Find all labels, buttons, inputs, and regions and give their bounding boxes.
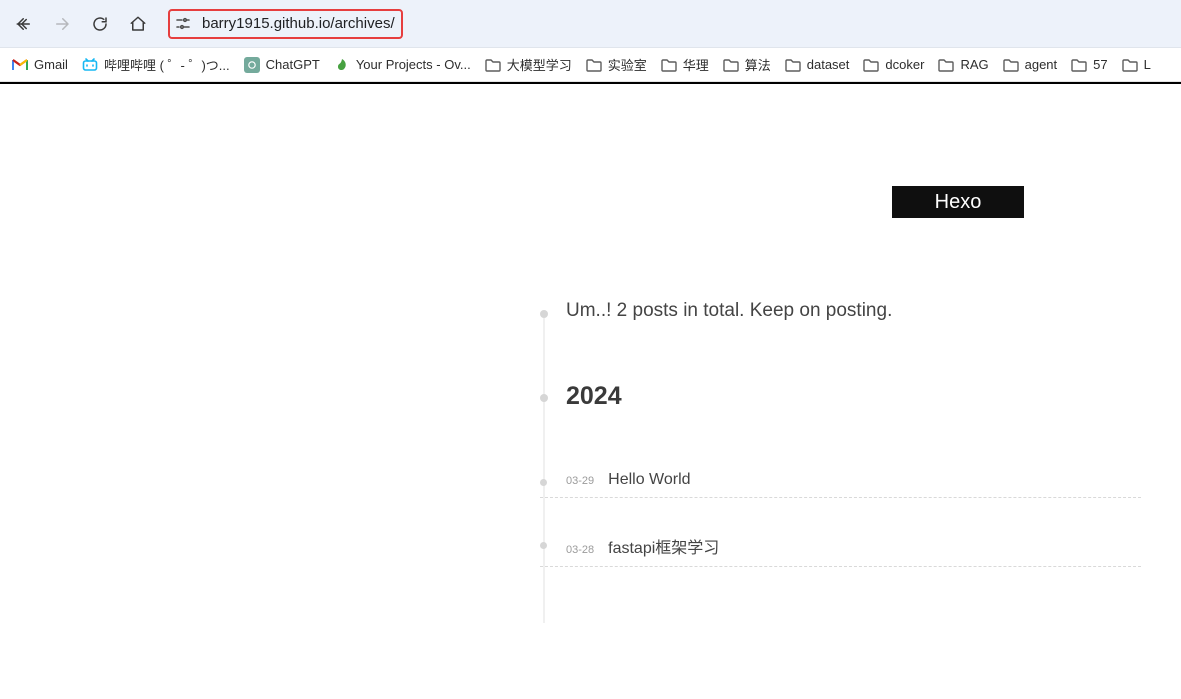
- post-link[interactable]: fastapi框架学习: [608, 534, 719, 558]
- bookmark-label: Gmail: [34, 57, 68, 72]
- bookmarks-bar: Gmail 哔哩哔哩 ( ゜- ゜)つ... ChatGPT Your Proj…: [0, 48, 1181, 82]
- folder-icon: [863, 57, 879, 73]
- post-item: 03-28 fastapi框架学习: [540, 534, 1141, 567]
- timeline-dot-icon: [540, 542, 547, 549]
- folder-icon: [785, 57, 801, 73]
- bookmark-folder[interactable]: L: [1122, 57, 1151, 73]
- address-text[interactable]: barry1915.github.io/archives/: [202, 15, 395, 32]
- bookmark-folder[interactable]: dataset: [785, 57, 850, 73]
- home-button[interactable]: [124, 10, 152, 38]
- post-item: 03-29 Hello World: [540, 471, 1141, 498]
- post-link[interactable]: Hello World: [608, 471, 690, 489]
- archive-year: 2024: [540, 382, 1141, 411]
- post-date: 03-29: [566, 475, 594, 487]
- archive-timeline: Um..! 2 posts in total. Keep on posting.…: [540, 300, 1141, 603]
- browser-toolbar: barry1915.github.io/archives/: [0, 0, 1181, 48]
- folder-icon: [938, 57, 954, 73]
- reload-button[interactable]: [86, 10, 114, 38]
- bookmark-folder[interactable]: 算法: [723, 55, 771, 74]
- forward-button[interactable]: [48, 10, 76, 38]
- folder-icon: [1071, 57, 1087, 73]
- chatgpt-icon: [244, 57, 260, 73]
- archive-summary-text: Um..! 2 posts in total. Keep on posting.: [566, 300, 892, 321]
- page-separator: [0, 82, 1181, 84]
- folder-icon: [586, 57, 602, 73]
- bookmark-gmail[interactable]: Gmail: [12, 57, 68, 73]
- timeline-dot-icon: [540, 479, 547, 486]
- bookmark-label: 哔哩哔哩 ( ゜- ゜)つ...: [104, 55, 230, 74]
- bookmark-label: agent: [1025, 57, 1058, 72]
- folder-icon: [661, 57, 677, 73]
- bookmark-label: 57: [1093, 57, 1107, 72]
- bookmark-label: 华理: [683, 55, 709, 74]
- folder-icon: [1003, 57, 1019, 73]
- archive-summary: Um..! 2 posts in total. Keep on posting.: [540, 300, 1141, 322]
- site-title-button[interactable]: Hexo: [892, 186, 1024, 218]
- bookmark-folder[interactable]: 华理: [661, 55, 709, 74]
- bookmark-bilibili[interactable]: 哔哩哔哩 ( ゜- ゜)つ...: [82, 55, 230, 74]
- arrow-left-icon: [15, 15, 33, 33]
- gmail-icon: [12, 57, 28, 73]
- bookmark-overleaf[interactable]: Your Projects - Ov...: [334, 57, 471, 73]
- reload-icon: [91, 15, 109, 33]
- overleaf-icon: [334, 57, 350, 73]
- timeline-dot-icon: [540, 310, 548, 318]
- arrow-right-icon: [53, 15, 71, 33]
- bookmark-folder[interactable]: 57: [1071, 57, 1107, 73]
- bookmark-folder[interactable]: agent: [1003, 57, 1058, 73]
- bilibili-icon: [82, 57, 98, 73]
- bookmark-label: 算法: [745, 55, 771, 74]
- bookmark-folder[interactable]: 大模型学习: [485, 55, 572, 74]
- bookmark-label: 大模型学习: [507, 55, 572, 74]
- bookmark-chatgpt[interactable]: ChatGPT: [244, 57, 320, 73]
- folder-icon: [485, 57, 501, 73]
- bookmark-label: L: [1144, 57, 1151, 72]
- bookmark-label: 实验室: [608, 55, 647, 74]
- timeline-dot-icon: [540, 394, 548, 402]
- bookmark-label: Your Projects - Ov...: [356, 57, 471, 72]
- back-button[interactable]: [10, 10, 38, 38]
- bookmark-folder[interactable]: dcoker: [863, 57, 924, 73]
- folder-icon: [1122, 57, 1138, 73]
- bookmark-label: RAG: [960, 57, 988, 72]
- folder-icon: [723, 57, 739, 73]
- home-icon: [129, 15, 147, 33]
- archive-year-label: 2024: [566, 382, 622, 410]
- bookmark-folder[interactable]: RAG: [938, 57, 988, 73]
- post-date: 03-28: [566, 544, 594, 556]
- bookmark-label: ChatGPT: [266, 57, 320, 72]
- bookmark-label: dcoker: [885, 57, 924, 72]
- site-controls-icon[interactable]: [174, 15, 192, 33]
- bookmark-folder[interactable]: 实验室: [586, 55, 647, 74]
- address-highlight: barry1915.github.io/archives/: [168, 9, 403, 39]
- bookmark-label: dataset: [807, 57, 850, 72]
- address-bar-container: barry1915.github.io/archives/: [168, 7, 1171, 41]
